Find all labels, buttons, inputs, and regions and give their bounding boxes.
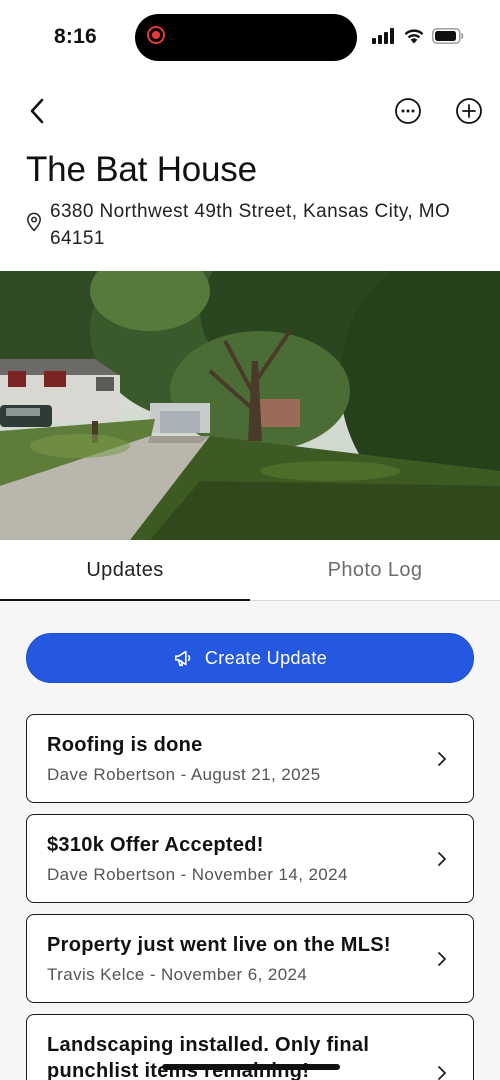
battery-icon	[432, 28, 464, 44]
address-text: 6380 Northwest 49th Street, Kansas City,…	[50, 201, 451, 249]
status-time: 8:16	[54, 25, 97, 48]
create-update-label: Create Update	[204, 647, 328, 668]
screen-record-icon	[147, 26, 165, 44]
megaphone-icon	[174, 650, 191, 667]
chevron-right-icon	[438, 952, 446, 966]
status-icons	[372, 28, 464, 44]
ellipsis-circle-icon	[395, 98, 421, 124]
update-card[interactable]: Roofing is done Dave Robertson - August …	[26, 714, 474, 803]
map-pin-icon	[27, 212, 41, 232]
chevron-right-icon	[438, 1066, 446, 1080]
update-title: Roofing is done	[47, 734, 203, 756]
more-options-button[interactable]	[393, 96, 423, 126]
property-detail-screen: 8:16 The Bat House 6380 Northwest 49th S…	[0, 0, 500, 1080]
update-title: Landscaping installed. Only final punchl…	[47, 1034, 370, 1080]
updates-content: Create Update Roofing is done Dave Rober…	[0, 601, 500, 1080]
add-button[interactable]	[454, 96, 484, 126]
cellular-signal-icon	[372, 28, 394, 44]
update-title: $310k Offer Accepted!	[47, 834, 264, 856]
page-title: The Bat House	[26, 150, 257, 189]
chevron-right-icon	[438, 752, 446, 766]
nav-bar	[0, 92, 500, 132]
chevron-right-icon	[438, 852, 446, 866]
property-photo[interactable]	[0, 271, 500, 540]
chevron-left-icon	[30, 98, 44, 124]
tab-bar: Updates Photo Log	[0, 540, 500, 601]
tab-updates[interactable]: Updates	[0, 540, 250, 600]
back-button[interactable]	[20, 94, 54, 128]
tab-photo-log[interactable]: Photo Log	[250, 540, 500, 600]
update-meta: Dave Robertson - August 21, 2025	[47, 765, 321, 784]
dynamic-island	[135, 14, 357, 61]
update-card[interactable]: Property just went live on the MLS! Trav…	[26, 914, 474, 1003]
update-meta: Travis Kelce - November 6, 2024	[47, 965, 308, 984]
wifi-icon	[404, 29, 424, 44]
update-meta: Dave Robertson - November 14, 2024	[47, 865, 348, 884]
home-indicator[interactable]	[162, 1064, 340, 1070]
plus-circle-icon	[456, 98, 482, 124]
update-card[interactable]: $310k Offer Accepted! Dave Robertson - N…	[26, 814, 474, 903]
update-title: Property just went live on the MLS!	[47, 934, 391, 956]
status-bar: 8:16	[0, 0, 500, 74]
update-card[interactable]: Landscaping installed. Only final punchl…	[26, 1014, 474, 1080]
create-update-button[interactable]: Create Update	[26, 633, 474, 683]
